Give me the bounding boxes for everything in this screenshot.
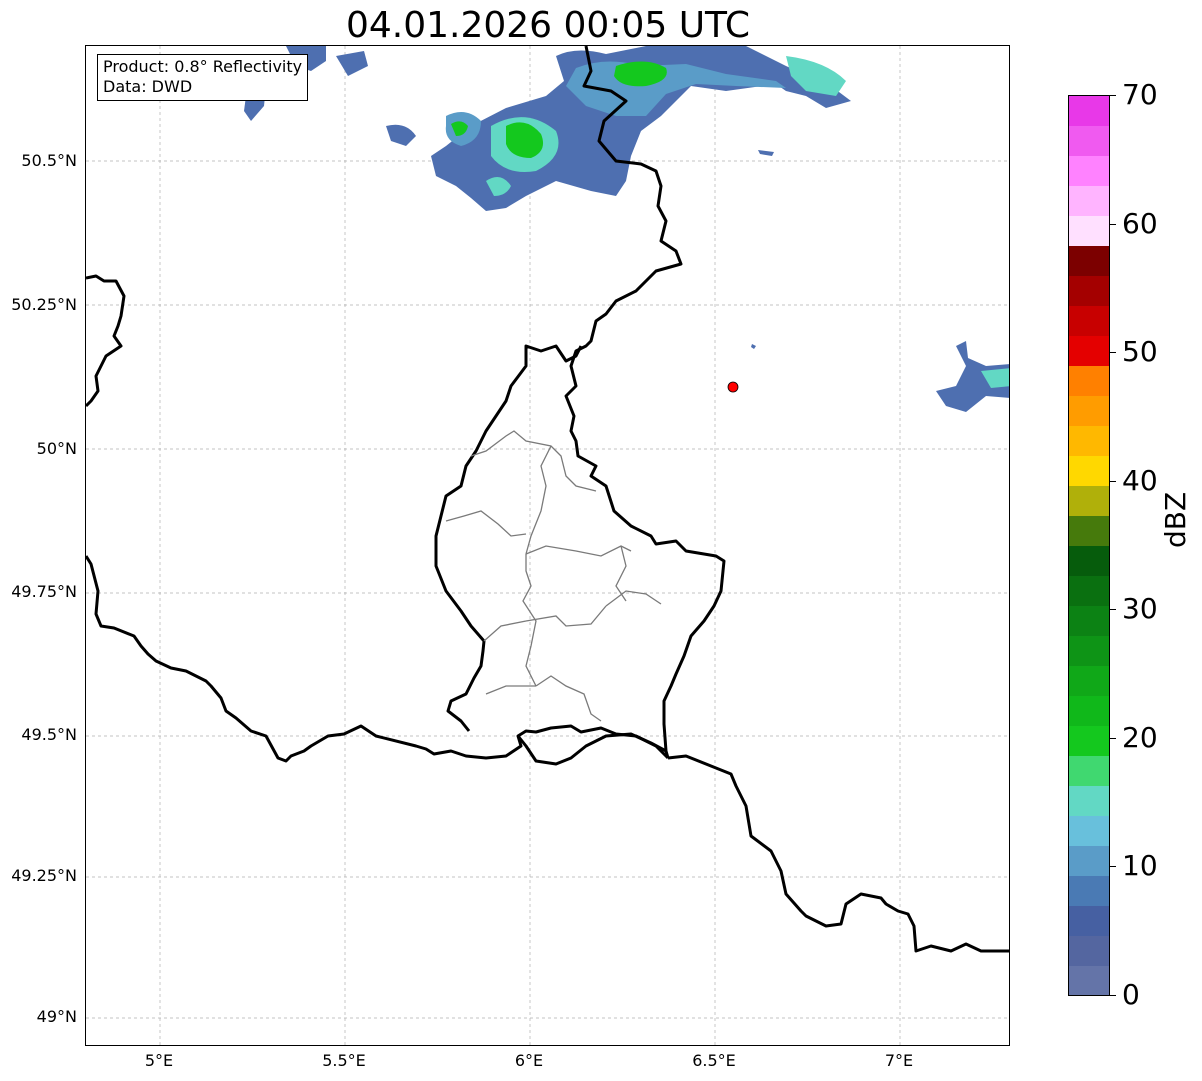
colorbar-segment	[1069, 695, 1109, 726]
border-line	[86, 274, 126, 408]
colorbar-segment	[1069, 425, 1109, 457]
colorbar-segment	[1069, 155, 1109, 187]
colorbar-segment	[1069, 545, 1109, 576]
colorbar-tick	[1110, 95, 1116, 96]
colorbar-segment	[1069, 665, 1109, 696]
colorbar-segment	[1069, 935, 1109, 966]
colorbar-segment	[1069, 395, 1109, 427]
echo-area	[386, 124, 416, 146]
colorbar-segment	[1069, 365, 1109, 397]
lon-label: 5.5°E	[322, 1051, 366, 1070]
region-line	[483, 620, 527, 642]
colorbar-tick	[1110, 223, 1116, 225]
colorbar-segment	[1069, 575, 1109, 606]
colorbar-segment	[1069, 755, 1109, 786]
colorbar-tick-label: 60	[1122, 206, 1158, 240]
lat-label: 49.5°N	[21, 725, 77, 744]
info-box: Product: 0.8° Reflectivity Data: DWD	[97, 54, 309, 101]
colorbar-segment	[1069, 875, 1109, 906]
map-title: 04.01.2026 00:05 UTC	[345, 5, 751, 46]
lat-label: 50.5°N	[21, 151, 77, 170]
map-area[interactable]	[85, 45, 1010, 1046]
lon-label: 5°E	[144, 1051, 174, 1070]
colorbar-tick-label: 30	[1122, 592, 1158, 626]
lat-label: 50.25°N	[11, 295, 77, 314]
colorbar-segment	[1069, 845, 1109, 876]
colorbar	[1068, 95, 1110, 996]
colorbar-segment	[1069, 275, 1109, 307]
colorbar-segment	[1069, 635, 1109, 666]
echo-area	[336, 51, 368, 76]
colorbar-segment	[1069, 515, 1109, 546]
colorbar-tick-label: 0	[1122, 978, 1140, 1011]
colorbar-segment	[1069, 785, 1109, 816]
region-line	[525, 605, 607, 627]
colorbar-segment	[1069, 455, 1109, 487]
lat-label: 49°N	[36, 1007, 77, 1026]
colorbar-tick-label: 20	[1122, 720, 1158, 754]
colorbar-segment	[1069, 215, 1109, 247]
colorbar-tick	[1110, 480, 1116, 482]
colorbar-tick	[1110, 737, 1116, 739]
colorbar-segment	[1069, 905, 1109, 936]
region-borders	[445, 430, 662, 722]
colorbar-tick-label: 40	[1122, 463, 1158, 497]
colorbar-segment	[1069, 965, 1109, 996]
lat-label: 49.75°N	[11, 582, 77, 601]
colorbar-segment	[1069, 815, 1109, 846]
map-canvas	[86, 46, 1009, 1045]
colorbar-segment	[1069, 305, 1109, 337]
border-line	[86, 555, 670, 763]
colorbar-tick-label: 10	[1122, 849, 1158, 883]
region-line	[525, 545, 632, 557]
colorbar-tick-label: 50	[1122, 335, 1158, 369]
region-line	[535, 675, 602, 722]
colorbar-tick	[1110, 866, 1116, 868]
lon-label: 7°E	[884, 1051, 914, 1070]
colorbar-segment	[1069, 605, 1109, 636]
region-line	[445, 510, 527, 537]
border-line	[667, 754, 1009, 953]
echo-area	[751, 344, 756, 349]
colorbar-tick	[1110, 609, 1116, 611]
colorbar-segment	[1069, 125, 1109, 157]
colorbar-unit-label: dBZ	[1159, 491, 1192, 548]
border-line	[516, 732, 667, 766]
border-line	[434, 344, 583, 732]
colorbar-tick	[1110, 352, 1116, 354]
info-data-source: Data: DWD	[103, 77, 193, 96]
lat-label: 49.25°N	[11, 866, 77, 885]
region-line	[470, 430, 597, 492]
colorbar-tick	[1110, 995, 1116, 996]
colorbar-tick-label: 70	[1122, 78, 1158, 111]
echo-area	[758, 150, 774, 156]
info-product: Product: 0.8° Reflectivity	[103, 57, 303, 76]
lat-label: 50°N	[36, 439, 77, 458]
colorbar-segment	[1069, 185, 1109, 217]
colorbar-segment	[1069, 96, 1109, 127]
radar-site-marker	[727, 381, 739, 393]
colorbar-segment	[1069, 485, 1109, 517]
colorbar-segment	[1069, 245, 1109, 277]
lon-label: 6°E	[514, 1051, 544, 1070]
region-line	[485, 685, 536, 695]
lon-label: 6.5°E	[692, 1051, 736, 1070]
colorbar-segment	[1069, 335, 1109, 367]
colorbar-segment	[1069, 725, 1109, 756]
